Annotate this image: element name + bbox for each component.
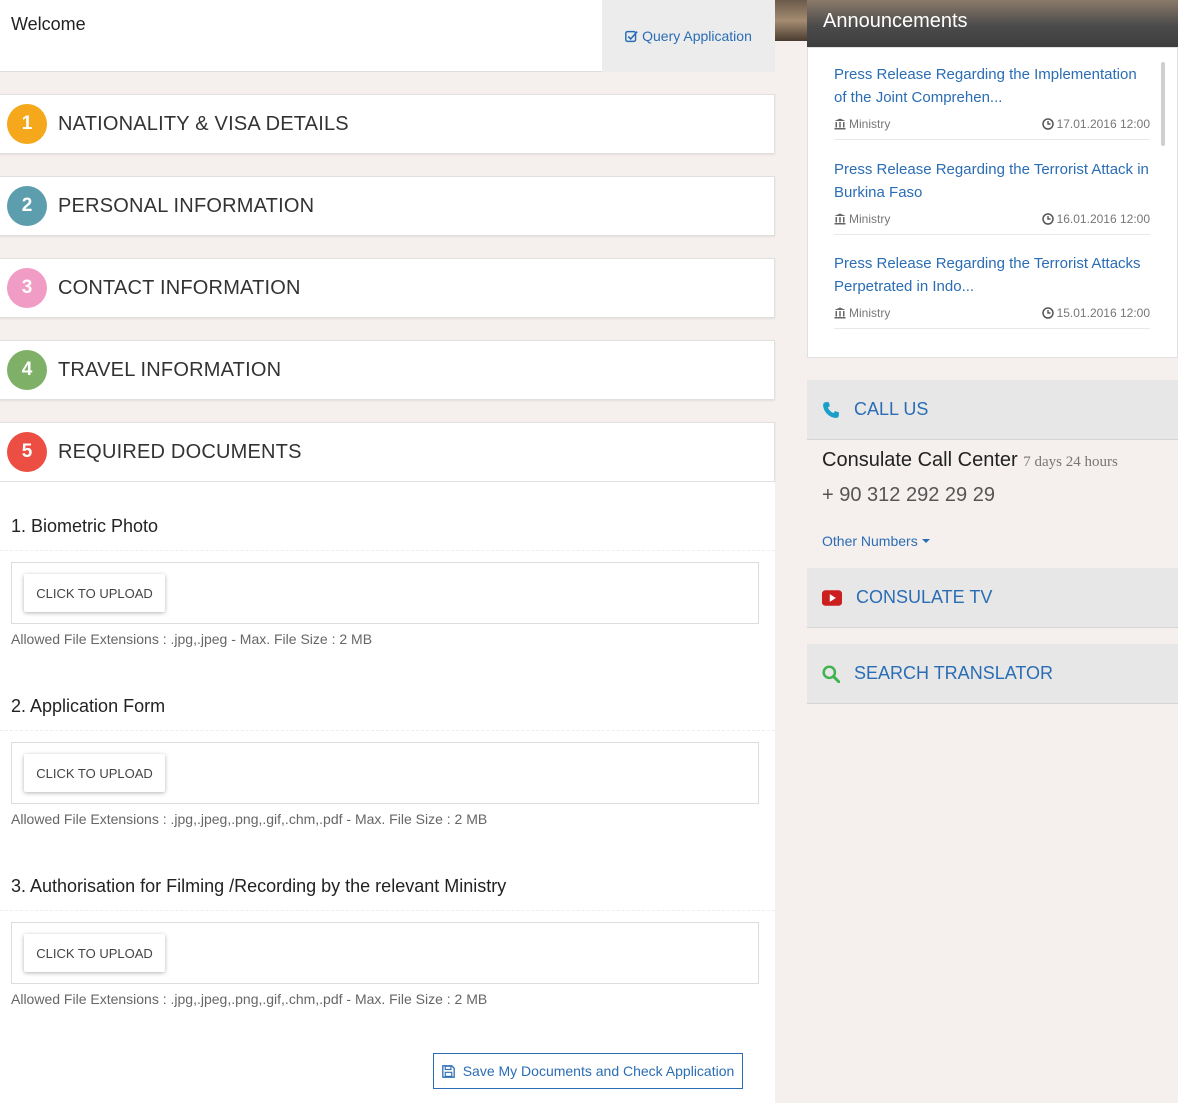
clock-icon (1041, 307, 1054, 319)
floppy-disk-icon (441, 1064, 455, 1078)
document-title: 2. Application Form (11, 696, 166, 716)
announcement-item[interactable]: Press Release Regarding the Terrorist At… (834, 158, 1150, 235)
call-center-hours: 7 days 24 hours (1023, 454, 1118, 470)
announcement-link[interactable]: Press Release Regarding the Terrorist At… (834, 252, 1150, 298)
institution-icon (834, 118, 846, 130)
search-icon (822, 664, 840, 683)
call-center-phone[interactable]: + 90 312 292 29 29 (822, 484, 995, 507)
query-application-label: Query Application (642, 28, 752, 44)
scrollbar[interactable] (1161, 62, 1165, 146)
date-label: 17.01.2016 12:00 (1056, 117, 1150, 131)
source-label: Ministry (849, 117, 891, 131)
step-label: NATIONALITY & VISA DETAILS (58, 112, 349, 135)
youtube-icon (822, 589, 842, 606)
sidebar: Announcements Press Release Regarding th… (775, 0, 1178, 1103)
upload-dropzone[interactable]: CLICK TO UPLOAD (11, 562, 759, 624)
save-documents-button[interactable]: Save My Documents and Check Application (433, 1053, 743, 1089)
other-numbers-label: Other Numbers (822, 533, 918, 549)
divider (0, 910, 775, 911)
main-column: Welcome Query Application 1 NATIONALITY … (0, 0, 775, 1103)
step-label: REQUIRED DOCUMENTS (58, 440, 302, 463)
allowed-extensions-text: Allowed File Extensions : .jpg,.jpeg,.pn… (11, 991, 488, 1007)
step-label: PERSONAL INFORMATION (58, 194, 315, 217)
source-label: Ministry (849, 212, 891, 226)
click-to-upload-button[interactable]: CLICK TO UPLOAD (24, 934, 165, 972)
institution-icon (834, 307, 846, 319)
divider (0, 730, 775, 731)
announcement-source: Ministry (834, 212, 890, 226)
check-square-icon (625, 30, 638, 42)
call-center-name: Consulate Call Center (822, 449, 1018, 471)
date-label: 16.01.2016 12:00 (1056, 212, 1150, 226)
step-number-badge: 3 (7, 268, 47, 308)
search-translator-header[interactable]: SEARCH TRANSLATOR (807, 644, 1178, 704)
announcement-link[interactable]: Press Release Regarding the Terrorist At… (834, 158, 1150, 204)
announcement-source: Ministry (834, 306, 890, 320)
step-personal-information[interactable]: 2 PERSONAL INFORMATION (0, 176, 775, 236)
clock-icon (1041, 118, 1054, 130)
step-contact-information[interactable]: 3 CONTACT INFORMATION (0, 258, 775, 318)
announcement-date: 16.01.2016 12:00 (1041, 212, 1150, 226)
step-label: TRAVEL INFORMATION (58, 358, 282, 381)
query-application-button[interactable]: Query Application (602, 0, 775, 72)
step-number-badge: 1 (7, 104, 47, 144)
call-center-title: Consulate Call Center 7 days 24 hours (822, 449, 1118, 472)
announcement-date: 17.01.2016 12:00 (1041, 117, 1150, 131)
call-us-header[interactable]: CALL US (807, 380, 1178, 440)
required-documents-panel: 1. Biometric Photo CLICK TO UPLOAD Allow… (0, 482, 775, 1103)
allowed-extensions-text: Allowed File Extensions : .jpg,.jpeg,.pn… (11, 811, 488, 827)
announcement-source: Ministry (834, 117, 890, 131)
allowed-extensions-text: Allowed File Extensions : .jpg,.jpeg - M… (11, 631, 373, 647)
announcement-item[interactable]: Press Release Regarding the Implementati… (834, 63, 1150, 140)
document-title: 1. Biometric Photo (11, 516, 159, 536)
welcome-bar: Welcome Query Application (0, 0, 775, 72)
date-label: 15.01.2016 12:00 (1056, 306, 1150, 320)
phone-icon (823, 401, 839, 418)
institution-icon (834, 213, 846, 225)
step-label: CONTACT INFORMATION (58, 276, 301, 299)
clock-icon (1041, 213, 1054, 225)
announcement-date: 15.01.2016 12:00 (1041, 306, 1150, 320)
step-number-badge: 5 (7, 432, 47, 472)
announcement-item[interactable]: Press Release Regarding the Terrorist At… (834, 252, 1150, 329)
document-title: 3. Authorisation for Filming /Recording … (11, 876, 507, 896)
save-documents-label: Save My Documents and Check Application (462, 1063, 735, 1079)
announcements-header: Announcements (807, 0, 1178, 47)
click-to-upload-button[interactable]: CLICK TO UPLOAD (24, 754, 165, 792)
step-number-badge: 2 (7, 186, 47, 226)
consulate-tv-label: CONSULATE TV (856, 587, 993, 607)
search-translator-label: SEARCH TRANSLATOR (854, 663, 1054, 683)
upload-dropzone[interactable]: CLICK TO UPLOAD (11, 922, 759, 984)
announcement-link[interactable]: Press Release Regarding the Implementati… (834, 63, 1150, 109)
step-travel-information[interactable]: 4 TRAVEL INFORMATION (0, 340, 775, 400)
caret-down-icon (921, 539, 930, 543)
other-numbers-dropdown[interactable]: Other Numbers (822, 533, 931, 549)
upload-dropzone[interactable]: CLICK TO UPLOAD (11, 742, 759, 804)
step-required-documents[interactable]: 5 REQUIRED DOCUMENTS (0, 422, 775, 482)
divider (0, 550, 775, 551)
welcome-text: Welcome (11, 14, 86, 34)
call-us-label: CALL US (854, 399, 929, 419)
step-nationality-visa[interactable]: 1 NATIONALITY & VISA DETAILS (0, 94, 775, 154)
announcements-list[interactable]: Press Release Regarding the Implementati… (807, 47, 1178, 358)
header-photo (775, 0, 807, 41)
step-number-badge: 4 (7, 350, 47, 390)
source-label: Ministry (849, 306, 891, 320)
consulate-tv-header[interactable]: CONSULATE TV (807, 568, 1178, 628)
click-to-upload-button[interactable]: CLICK TO UPLOAD (24, 574, 165, 612)
